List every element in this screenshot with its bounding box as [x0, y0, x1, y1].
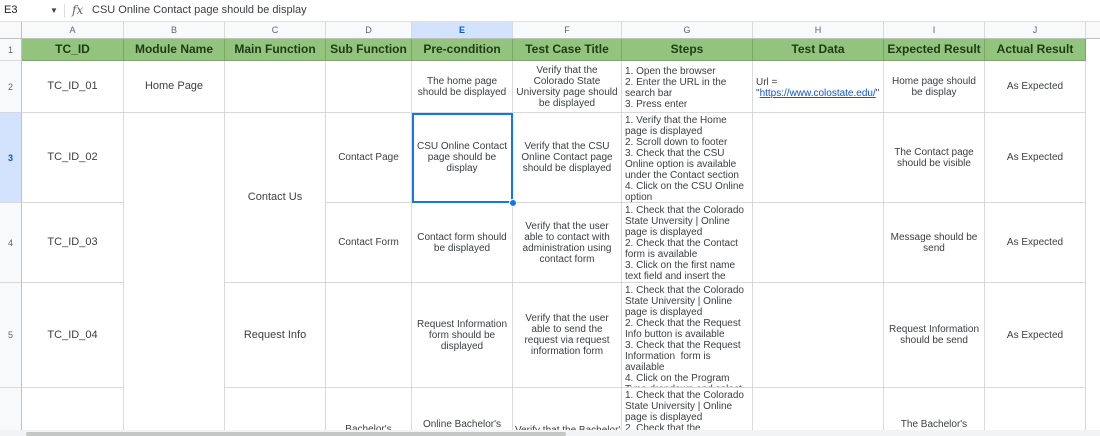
header-steps[interactable]: Steps — [622, 39, 753, 61]
cell-precondition[interactable]: Request Information form should be displ… — [412, 283, 513, 388]
row-header-5[interactable]: 5 — [0, 283, 22, 388]
header-test-case-title[interactable]: Test Case Title — [513, 39, 622, 61]
column-header-bar: A B C D E F G H I J — [0, 22, 1100, 39]
cell-sub-function[interactable]: Bachelor's — [326, 388, 412, 436]
cell-tc-id[interactable]: TC_ID_03 — [22, 203, 124, 283]
column-header-a[interactable]: A — [22, 22, 124, 38]
cell-actual-result[interactable]: As Expected — [985, 61, 1086, 113]
cell-test-data[interactable]: Url = "https://www.colostate.edu/" — [753, 61, 884, 113]
cell-main-function[interactable]: Request Info — [225, 283, 326, 388]
cell-precondition[interactable]: The home page should be displayed — [412, 61, 513, 113]
cell-expected-result[interactable]: Message should be send — [884, 203, 985, 283]
cell-test-data[interactable] — [753, 113, 884, 203]
scrollbar-thumb[interactable] — [26, 432, 566, 436]
column-header-b[interactable]: B — [124, 22, 225, 38]
cell-tc-id[interactable]: TC_ID_01 — [22, 61, 124, 113]
cell-steps[interactable]: 1. Check that the Colorado State Unversi… — [622, 203, 753, 283]
cell-sub-function[interactable] — [326, 61, 412, 113]
column-header-c[interactable]: C — [225, 22, 326, 38]
cell-actual-result[interactable]: As Expected — [985, 113, 1086, 203]
cell-expected-result[interactable]: The Contact page should be visible — [884, 113, 985, 203]
fx-icon: fx — [72, 3, 84, 17]
cell-steps[interactable]: 1. Open the browser 2. Enter the URL in … — [622, 61, 753, 113]
fill-handle[interactable] — [509, 199, 517, 207]
chevron-down-icon[interactable]: ▼ — [50, 0, 58, 21]
cell-sub-function[interactable]: Contact Page — [326, 113, 412, 203]
column-header-j[interactable]: J — [985, 22, 1086, 38]
row-header-3[interactable]: 3 — [0, 113, 22, 203]
column-header-e[interactable]: E — [412, 22, 513, 38]
header-sub-function[interactable]: Sub Function — [326, 39, 412, 61]
cell-test-data[interactable] — [753, 388, 884, 436]
cell-module-name[interactable]: Home Page — [124, 61, 225, 113]
row-header-6[interactable] — [0, 388, 22, 436]
column-header-h[interactable]: H — [753, 22, 884, 38]
select-all-corner[interactable] — [0, 22, 22, 38]
cell-main-function[interactable] — [225, 61, 326, 113]
cell-steps[interactable]: 1. Check that the Colorado State Univers… — [622, 388, 753, 436]
cell-precondition[interactable]: Contact form should be displayed — [412, 203, 513, 283]
column-header-d[interactable]: D — [326, 22, 412, 38]
cell-text: Online Bachelor's — [422, 419, 502, 430]
cell-test-data[interactable] — [753, 203, 884, 283]
cell-text: The Bachelor's — [900, 419, 968, 430]
cell-tc-id[interactable] — [22, 388, 124, 436]
cell-expected-result[interactable]: The Bachelor's — [884, 388, 985, 436]
formula-bar: E3 ▼ fx CSU Online Contact page should b… — [0, 0, 1100, 22]
cell-steps[interactable]: 1. Check that the Colorado State Univers… — [622, 283, 753, 388]
cell-precondition[interactable]: Online Bachelor's — [412, 388, 513, 436]
cell-actual-result[interactable]: As Expected — [985, 203, 1086, 283]
cell-expected-result[interactable]: Request Information should be send — [884, 283, 985, 388]
cell-tc-id[interactable]: TC_ID_04 — [22, 283, 124, 388]
cell-actual-result[interactable]: As Expected — [985, 283, 1086, 388]
row-header-1[interactable]: 1 — [0, 39, 22, 61]
column-header-g[interactable]: G — [622, 22, 753, 38]
cell-module-name-merged[interactable] — [124, 113, 225, 436]
cell-precondition[interactable]: CSU Online Contact page should be displa… — [412, 113, 513, 203]
cell-test-case-title[interactable]: Verify that the Bachelor's — [513, 388, 622, 436]
cell-test-case-title[interactable]: Verify that the CSU Online Contact page … — [513, 113, 622, 203]
header-module-name[interactable]: Module Name — [124, 39, 225, 61]
header-precondition[interactable]: Pre-condition — [412, 39, 513, 61]
cell-tc-id[interactable]: TC_ID_02 — [22, 113, 124, 203]
column-header-i[interactable]: I — [884, 22, 985, 38]
row-header-4[interactable]: 4 — [0, 203, 22, 283]
formula-input[interactable]: CSU Online Contact page should be displa… — [92, 0, 307, 21]
cell-expected-result[interactable]: Home page should be display — [884, 61, 985, 113]
cell-actual-result[interactable] — [985, 388, 1086, 436]
cell-main-function-merged[interactable]: Contact Us — [225, 113, 326, 283]
test-data-suffix: " — [875, 88, 880, 99]
test-data-link[interactable]: https://www.colostate.edu/ — [760, 88, 876, 99]
header-main-function[interactable]: Main Function — [225, 39, 326, 61]
cell-test-data[interactable] — [753, 283, 884, 388]
cell-sub-function[interactable]: Contact Form — [326, 203, 412, 283]
cell-steps[interactable]: 1. Verify that the Home page is displaye… — [622, 113, 753, 203]
cell-test-case-title[interactable]: Verify that the Colorado State Universit… — [513, 61, 622, 113]
cell-main-function[interactable] — [225, 388, 326, 436]
cell-test-case-title[interactable]: Verify that the user able to send the re… — [513, 283, 622, 388]
cell-test-case-title[interactable]: Verify that the user able to contact wit… — [513, 203, 622, 283]
header-actual-result[interactable]: Actual Result — [985, 39, 1086, 61]
row-header-2[interactable]: 2 — [0, 61, 22, 113]
column-header-f[interactable]: F — [513, 22, 622, 38]
cell-sub-function[interactable] — [326, 283, 412, 388]
header-tc-id[interactable]: TC_ID — [22, 39, 124, 61]
divider — [64, 4, 65, 18]
header-expected-result[interactable]: Expected Result — [884, 39, 985, 61]
header-test-data[interactable]: Test Data — [753, 39, 884, 61]
